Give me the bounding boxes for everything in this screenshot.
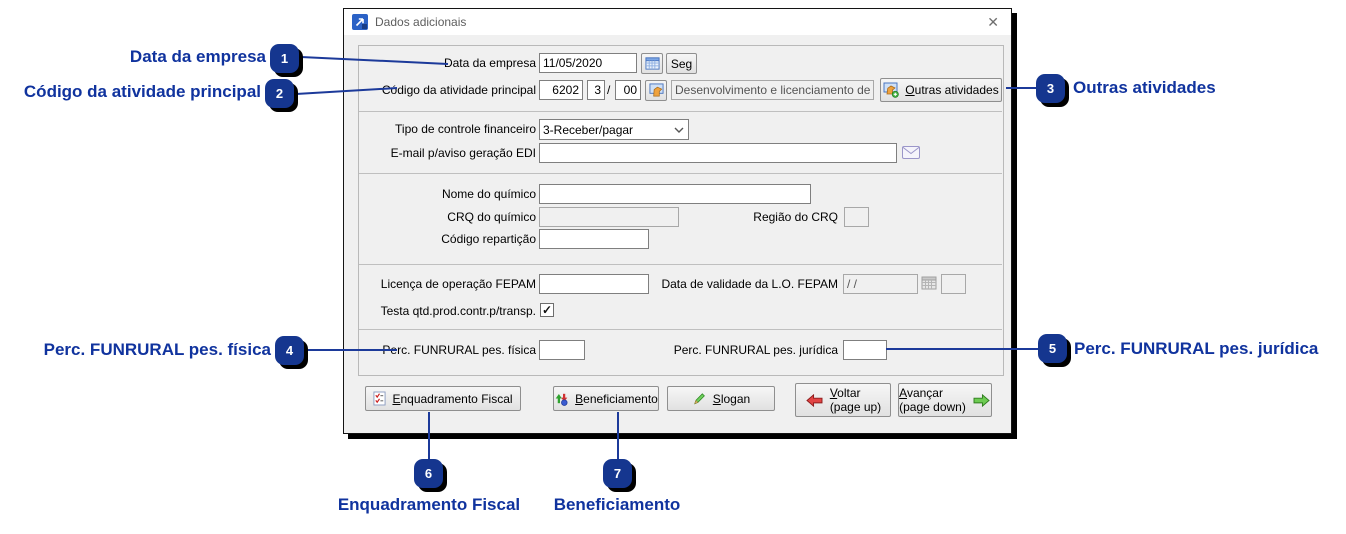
outras-atividades-button[interactable]: Outras atividades bbox=[880, 78, 1002, 102]
calendar-icon bbox=[644, 57, 660, 70]
voltar-label: Voltar (page up) bbox=[829, 386, 882, 414]
voltar-button[interactable]: Voltar (page up) bbox=[795, 383, 891, 417]
regiao-crq-input bbox=[844, 207, 869, 227]
testa-qtd-checkbox[interactable]: ✓ bbox=[540, 303, 554, 317]
beneficiamento-label: Beneficiamento bbox=[575, 391, 658, 406]
regiao-crq-label: Região do CRQ bbox=[753, 210, 838, 224]
calendar-button[interactable] bbox=[641, 53, 663, 74]
annotation-badge-2: 2 bbox=[265, 79, 294, 108]
section-separator bbox=[359, 173, 1002, 174]
section-separator bbox=[359, 111, 1002, 112]
validade-fepam-input bbox=[843, 274, 918, 294]
funrural-fisica-input[interactable] bbox=[539, 340, 585, 360]
app-icon bbox=[352, 14, 368, 30]
tipo-controle-select[interactable]: 3-Receber/pagar bbox=[539, 119, 689, 140]
badge-number: 7 bbox=[613, 466, 622, 481]
hand-lookup-icon bbox=[648, 83, 664, 97]
badge-number: 5 bbox=[1048, 341, 1057, 356]
annotation-badge-1: 1 bbox=[270, 44, 299, 73]
section-separator bbox=[359, 264, 1002, 265]
email-edi-label: E-mail p/aviso geração EDI bbox=[390, 146, 536, 160]
title-bar: Dados adicionais ✕ bbox=[344, 9, 1011, 35]
funrural-juridica-label: Perc. FUNRURAL pes. jurídica bbox=[673, 343, 838, 357]
annotation-label-4: Perc. FUNRURAL pes. física bbox=[43, 340, 271, 359]
weekday-button[interactable]: Seg bbox=[666, 53, 697, 74]
funrural-fisica-label: Perc. FUNRURAL pes. física bbox=[382, 343, 536, 357]
outras-atividades-label: Outras atividades bbox=[905, 83, 999, 97]
slogan-button[interactable]: Slogan bbox=[667, 386, 775, 411]
validade-fepam-label: Data de validade da L.O. FEPAM bbox=[661, 277, 838, 291]
atividade-lookup-button[interactable] bbox=[645, 80, 667, 101]
arrow-left-icon bbox=[806, 393, 823, 407]
tipo-controle-label: Tipo de controle financeiro bbox=[395, 122, 536, 136]
dados-adicionais-dialog: Dados adicionais ✕ Data da empresa Seg bbox=[343, 8, 1012, 434]
annotation-badge-7: 7 bbox=[603, 459, 632, 488]
atividade-descricao-field bbox=[671, 80, 874, 100]
enquadramento-fiscal-button[interactable]: Enquadramento Fiscal bbox=[365, 386, 521, 411]
email-envelope-icon[interactable] bbox=[902, 146, 920, 159]
chevron-down-icon bbox=[674, 127, 684, 133]
annotation-badge-4: 4 bbox=[275, 336, 304, 365]
badge-number: 6 bbox=[424, 466, 433, 481]
tipo-controle-value: 3-Receber/pagar bbox=[543, 122, 634, 137]
beneficiamento-icon bbox=[555, 393, 568, 406]
avancar-button[interactable]: Avançar (page down) bbox=[898, 383, 992, 417]
arrow-right-icon bbox=[973, 393, 990, 407]
annotation-badge-3: 3 bbox=[1036, 74, 1065, 103]
slogan-label: Slogan bbox=[712, 391, 751, 406]
checklist-icon bbox=[373, 391, 386, 406]
nome-quimico-label: Nome do químico bbox=[441, 187, 536, 201]
screenshot-canvas: Dados adicionais ✕ Data da empresa Seg bbox=[0, 0, 1346, 534]
annotation-badge-5: 5 bbox=[1038, 334, 1067, 363]
annotation-label-3: Outras atividades bbox=[1073, 78, 1216, 97]
atividade-code-input[interactable] bbox=[539, 80, 583, 100]
codigo-reparticao-input[interactable] bbox=[539, 229, 649, 249]
enquadramento-fiscal-label: Enquadramento Fiscal bbox=[392, 391, 513, 406]
badge-number: 4 bbox=[285, 343, 294, 358]
validade-extra-input bbox=[941, 274, 966, 294]
crq-quimico-label: CRQ do químico bbox=[447, 210, 536, 224]
testa-qtd-label: Testa qtd.prod.contr.p/transp. bbox=[380, 304, 536, 318]
badge-number: 1 bbox=[280, 51, 289, 66]
annotation-label-5: Perc. FUNRURAL pes. jurídica bbox=[1074, 339, 1319, 358]
data-empresa-label: Data da empresa bbox=[443, 56, 536, 70]
atividade-code-separator: / bbox=[607, 83, 611, 97]
annotation-label-7: Beneficiamento bbox=[553, 495, 681, 514]
avancar-label: Avançar (page down) bbox=[899, 386, 966, 414]
beneficiamento-button[interactable]: Beneficiamento bbox=[553, 386, 659, 411]
atividade-label: Código da atividade principal bbox=[381, 83, 536, 97]
pencil-icon bbox=[693, 393, 705, 405]
badge-number: 2 bbox=[275, 86, 284, 101]
calendar-disabled-icon bbox=[921, 275, 937, 291]
window-title: Dados adicionais bbox=[375, 15, 467, 29]
email-edi-input[interactable] bbox=[539, 143, 897, 163]
atividade-suffix-input[interactable] bbox=[615, 80, 641, 100]
check-icon: ✓ bbox=[541, 303, 553, 317]
data-empresa-input[interactable] bbox=[539, 53, 637, 73]
codigo-reparticao-label: Código repartição bbox=[441, 232, 536, 246]
annotation-label-1: Data da empresa bbox=[129, 47, 266, 66]
section-separator bbox=[359, 329, 1002, 330]
weekday-label: Seg bbox=[670, 56, 693, 71]
annotation-badge-6: 6 bbox=[414, 459, 443, 488]
nome-quimico-input[interactable] bbox=[539, 184, 811, 204]
badge-number: 3 bbox=[1046, 81, 1055, 96]
annotation-label-6: Enquadramento Fiscal bbox=[337, 495, 521, 514]
close-button[interactable]: ✕ bbox=[983, 14, 1003, 31]
hand-plus-icon bbox=[883, 82, 900, 98]
licenca-fepam-label: Licença de operação FEPAM bbox=[380, 277, 536, 291]
atividade-digit-input[interactable] bbox=[587, 80, 605, 100]
funrural-juridica-input[interactable] bbox=[843, 340, 887, 360]
annotation-label-2: Código da atividade principal bbox=[23, 82, 261, 101]
